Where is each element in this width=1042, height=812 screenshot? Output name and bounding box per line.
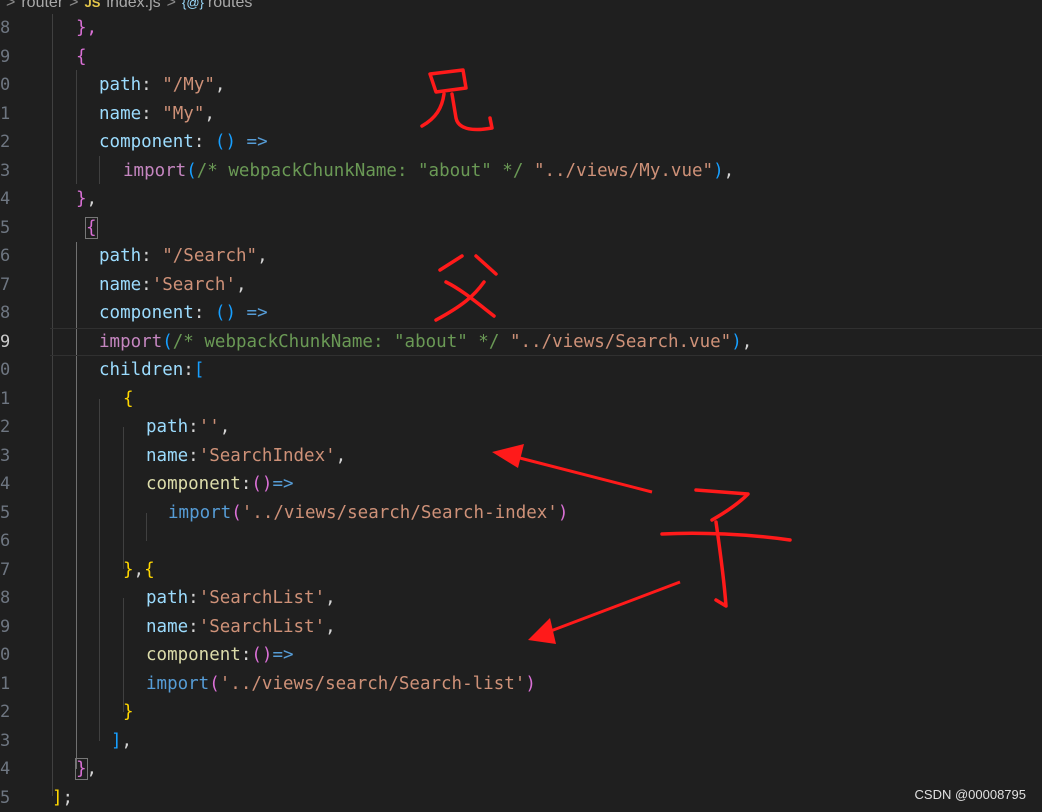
arrow-to-search-index (492, 444, 652, 492)
red-ink-annotations (0, 0, 1042, 810)
handwritten-parent-char (436, 256, 496, 320)
handwritten-child-char (662, 490, 790, 606)
handwritten-brother-char (422, 70, 492, 130)
watermark: CSDN @00008795 (915, 787, 1026, 802)
arrow-to-search-list (528, 582, 680, 644)
